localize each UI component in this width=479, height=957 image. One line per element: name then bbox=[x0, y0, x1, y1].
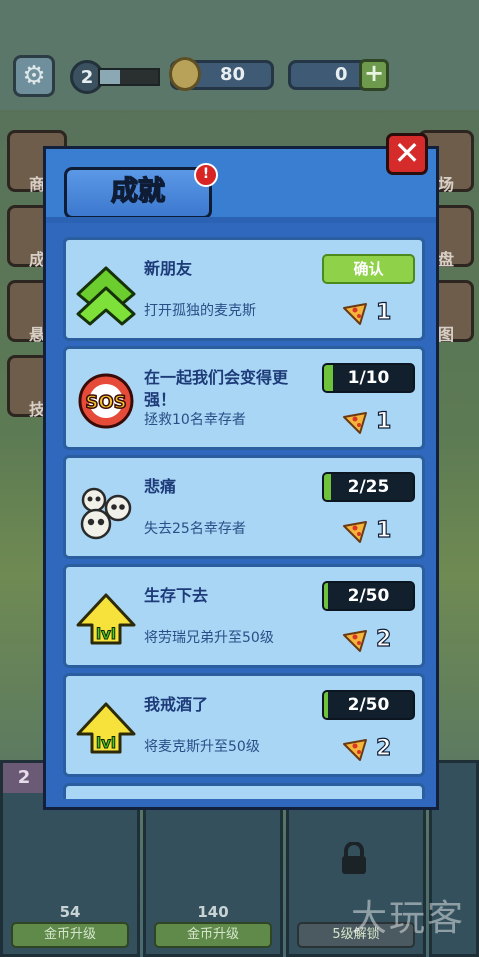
double-chevron-up-icon bbox=[76, 266, 136, 326]
card-price: 54 bbox=[59, 903, 81, 921]
reward-amount: 2 bbox=[375, 626, 392, 652]
pizza-slice-icon bbox=[343, 739, 367, 761]
pizza-reward: 2 bbox=[342, 735, 422, 766]
xp-progress-bar bbox=[98, 68, 160, 86]
svg-text:lvl: lvl bbox=[96, 625, 116, 643]
reward-amount: 1 bbox=[375, 299, 392, 325]
achievement-list[interactable]: 新朋友 打开孤独的麦克斯 确认 1 SOS 在一起我们会变得更强！ 拯救10名幸… bbox=[63, 237, 425, 799]
achievement-progress: 2/50 bbox=[322, 581, 415, 611]
progress-text: 2/25 bbox=[347, 477, 390, 497]
progress-text: 2/50 bbox=[347, 586, 390, 606]
top-hud bbox=[0, 0, 479, 110]
coin-upgrade-button[interactable]: 金币升级 bbox=[11, 922, 129, 948]
pizza-slice-icon bbox=[343, 630, 367, 652]
coin-icon bbox=[169, 57, 201, 91]
close-button[interactable]: ✕ bbox=[386, 133, 428, 175]
achievement-description: 将麦克斯升至50级 bbox=[144, 739, 260, 755]
dialog-header: 成就 ! bbox=[46, 149, 436, 223]
svg-text:lvl: lvl bbox=[96, 734, 116, 752]
pizza-slice-icon bbox=[343, 521, 367, 543]
lock-icon bbox=[342, 842, 366, 874]
reward-amount: 1 bbox=[375, 408, 392, 434]
achievement-item: 新朋友 打开孤独的麦克斯 确认 1 bbox=[63, 237, 425, 341]
achievement-title: 悲痛 bbox=[144, 477, 177, 496]
achievement-description: 拯救10名幸存者 bbox=[144, 412, 246, 428]
reward-amount: 2 bbox=[375, 735, 392, 761]
achievement-item-partial bbox=[63, 783, 425, 799]
achievement-progress: 2/25 bbox=[322, 472, 415, 502]
progress-fill bbox=[324, 365, 333, 391]
achievement-item: 悲痛 失去25名幸存者 2/25 1 bbox=[63, 455, 425, 559]
achievements-dialog: 成就 ! 新朋友 打开孤独的麦克斯 确认 1 SOS 在一起我们会变得更强！ 拯… bbox=[43, 146, 439, 810]
sos-icon: SOS bbox=[78, 373, 134, 429]
pizza-reward: 1 bbox=[342, 517, 422, 548]
coin-amount: 80 bbox=[219, 64, 245, 85]
add-pizza-button[interactable]: + bbox=[359, 59, 389, 91]
achievement-progress: 1/10 bbox=[322, 363, 415, 393]
achievement-title: 生存下去 bbox=[144, 586, 209, 605]
progress-fill bbox=[324, 474, 332, 500]
svg-text:SOS: SOS bbox=[85, 392, 126, 413]
pizza-slice-icon bbox=[343, 303, 367, 325]
lvl-up-icon: lvl bbox=[76, 593, 136, 645]
pizza-slice-icon bbox=[343, 412, 367, 434]
achievement-description: 失去25名幸存者 bbox=[144, 521, 246, 537]
reward-amount: 1 bbox=[375, 517, 392, 543]
achievements-tab[interactable]: 成就 bbox=[64, 167, 212, 219]
skulls-icon bbox=[80, 487, 132, 540]
watermark: 大玩客 bbox=[350, 898, 465, 939]
achievement-title: 新朋友 bbox=[144, 259, 193, 278]
pizza-amount: 0 bbox=[335, 64, 348, 85]
card-price: 140 bbox=[197, 903, 229, 921]
pizza-counter: 0 + bbox=[288, 59, 389, 91]
settings-gear-icon[interactable]: ⚙ bbox=[13, 55, 55, 97]
coin-upgrade-button[interactable]: 金币升级 bbox=[154, 922, 272, 948]
achievement-item: lvl 我戒酒了 将麦克斯升至50级 2/50 2 bbox=[63, 673, 425, 777]
achievement-title: 在一起我们会变得更强！ bbox=[144, 368, 289, 409]
lvl-up-icon: lvl bbox=[76, 702, 136, 754]
achievement-item: lvl 生存下去 将劳瑞兄弟升至50级 2/50 2 bbox=[63, 564, 425, 668]
dialog-title: 成就 bbox=[110, 175, 165, 207]
progress-fill bbox=[324, 583, 328, 609]
notification-badge: ! bbox=[194, 163, 218, 187]
card-number: 2 bbox=[3, 763, 45, 793]
pizza-reward: 2 bbox=[342, 626, 422, 657]
achievement-description: 打开孤独的麦克斯 bbox=[144, 303, 256, 319]
progress-text: 1/10 bbox=[347, 368, 390, 388]
coin-counter: 80 bbox=[169, 57, 274, 91]
achievement-description: 将劳瑞兄弟升至50级 bbox=[144, 630, 274, 646]
pizza-reward: 1 bbox=[342, 408, 422, 439]
achievement-title: 我戒酒了 bbox=[144, 695, 209, 714]
confirm-button[interactable]: 确认 bbox=[322, 254, 415, 284]
achievement-item: SOS 在一起我们会变得更强！ 拯救10名幸存者 1/10 1 bbox=[63, 346, 425, 450]
progress-text: 2/50 bbox=[347, 695, 390, 715]
pizza-reward: 1 bbox=[342, 299, 422, 330]
progress-fill bbox=[324, 692, 328, 718]
achievement-progress: 2/50 bbox=[322, 690, 415, 720]
